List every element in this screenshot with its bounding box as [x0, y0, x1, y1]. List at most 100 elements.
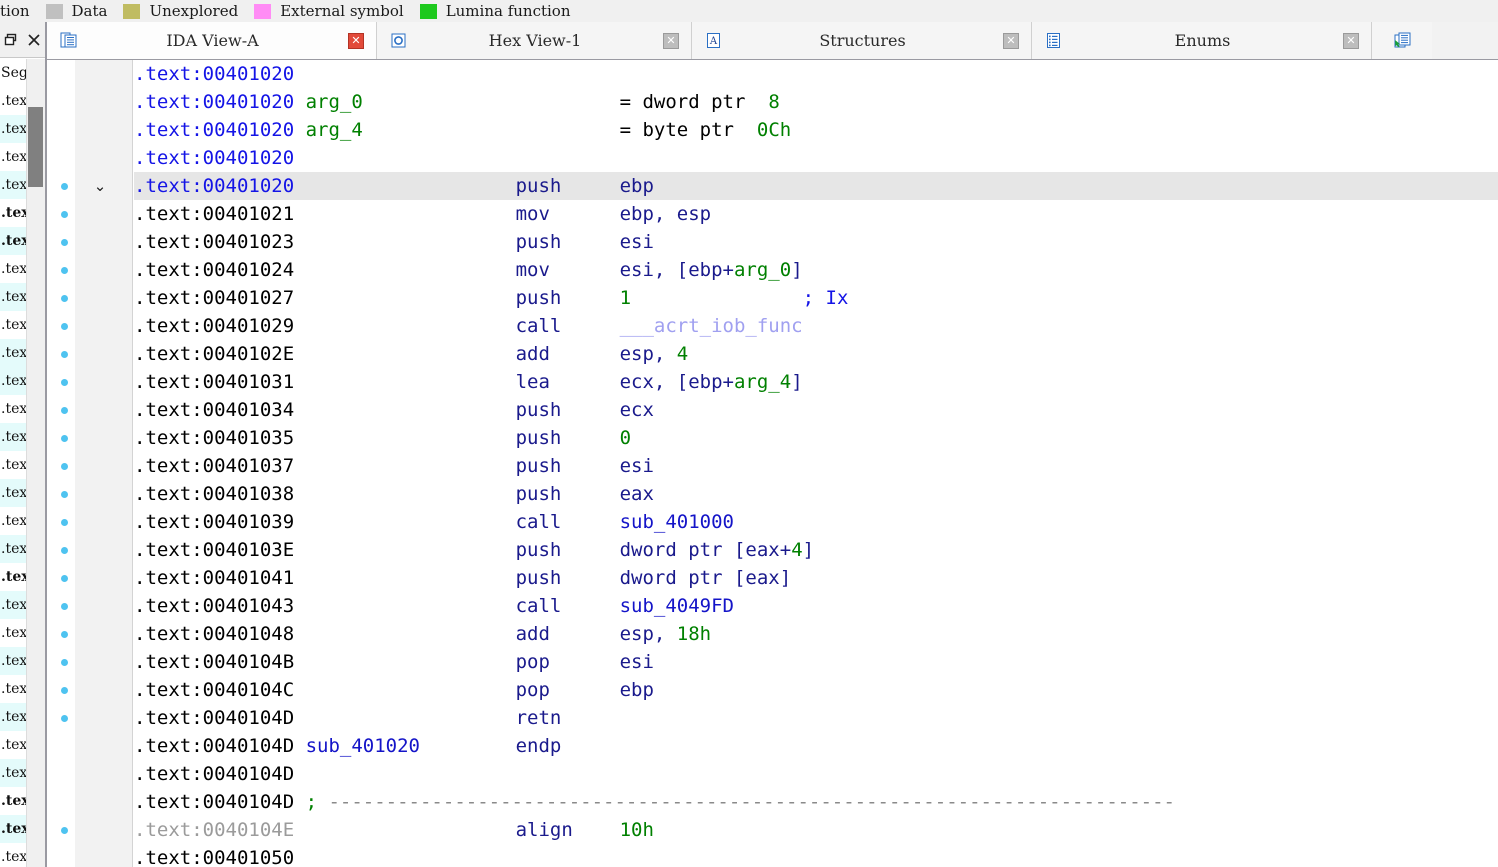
disassembly-line[interactable]: .text:00401020 arg_4 = byte ptr 0Ch: [134, 116, 1498, 144]
tab-close-icon[interactable]: ✕: [348, 32, 364, 49]
instruction-marker-dot[interactable]: [61, 239, 68, 246]
instruction-marker-dot[interactable]: [61, 267, 68, 274]
line-operand: 0: [619, 427, 632, 449]
tab-structures[interactable]: A Structures ✕: [692, 22, 1032, 59]
line-operand: ebp: [619, 679, 654, 701]
instruction-marker-dot[interactable]: [61, 183, 68, 190]
disassembly-line[interactable]: .text:00401029 call ___acrt_iob_func: [134, 312, 1498, 340]
collapse-function-arrow[interactable]: ⌄: [93, 172, 107, 200]
view-tab-bar: IDA View-A ✕ Hex View-1 ✕ A Structures ✕ Enums ✕: [47, 22, 1498, 60]
disassembly-line[interactable]: .text:00401020: [134, 60, 1498, 88]
disassembly-line[interactable]: .text:0040104B pop esi: [134, 648, 1498, 676]
line-mnemonic: add: [515, 343, 550, 365]
instruction-marker-dot[interactable]: [61, 547, 68, 554]
tab-label: Enums: [1174, 31, 1231, 50]
close-icon[interactable]: [26, 32, 42, 48]
disassembly-line[interactable]: .text:0040104D sub_401020 endp: [134, 732, 1498, 760]
tab-close-icon[interactable]: ✕: [663, 32, 679, 49]
line-mnemonic: push: [515, 427, 562, 449]
instruction-marker-dot[interactable]: [61, 715, 68, 722]
line-address: .text:00401020: [134, 119, 306, 141]
line-address: .text:0040102E: [134, 343, 306, 365]
disassembly-line[interactable]: .text:00401037 push esi: [134, 452, 1498, 480]
disassembly-view[interactable]: ⌄ .text:00401020 .text:00401020 arg_0 = d…: [47, 60, 1498, 867]
left-dock-panel: Seg .tex .tex .tex .tex .tex .tex .tex .tex .tex.…: [0, 22, 46, 867]
disassembly-line[interactable]: .text:00401048 add esp, 18h: [134, 620, 1498, 648]
instruction-marker-dot[interactable]: [61, 435, 68, 442]
disassembly-line[interactable]: .text:00401039 call sub_401000: [134, 508, 1498, 536]
line-mnemonic: pop: [515, 679, 550, 701]
legend-item-external-symbol: External symbol: [254, 1, 404, 20]
disassembly-line[interactable]: .text:0040104C pop ebp: [134, 676, 1498, 704]
tab-ida-view-a[interactable]: IDA View-A ✕: [47, 22, 377, 59]
disassembly-line[interactable]: .text:0040104E align 10h: [134, 816, 1498, 844]
line-operand: arg_0: [733, 259, 792, 281]
instruction-marker-dot[interactable]: [61, 323, 68, 330]
instruction-marker-dot[interactable]: [61, 351, 68, 358]
line-address: .text:00401020: [134, 91, 306, 113]
tab-hex-view-1[interactable]: Hex View-1 ✕: [377, 22, 692, 59]
instruction-marker-dot[interactable]: [61, 519, 68, 526]
disassembly-line[interactable]: .text:0040103E push dword ptr [eax+4]: [134, 536, 1498, 564]
line-mnemonic: endp: [515, 735, 562, 757]
disassembly-line[interactable]: .text:00401043 call sub_4049FD: [134, 592, 1498, 620]
disassembly-line[interactable]: .text:0040104D retn: [134, 704, 1498, 732]
legend-swatch: [123, 3, 141, 19]
line-operand: 4: [791, 539, 803, 561]
instruction-marker-dot[interactable]: [61, 575, 68, 582]
line-operand: 8: [768, 91, 780, 113]
tab-close-icon[interactable]: ✕: [1003, 32, 1019, 49]
disassembly-line[interactable]: .text:00401021 mov ebp, esp: [134, 200, 1498, 228]
disassembly-line[interactable]: .text:00401020 arg_0 = dword ptr 8: [134, 88, 1498, 116]
enums-list-icon: [1044, 32, 1062, 50]
line-operand: sub_401000: [619, 511, 734, 533]
line-mnemonic: lea: [515, 371, 550, 393]
instruction-marker-dot[interactable]: [61, 463, 68, 470]
disassembly-line[interactable]: .text:00401038 push eax: [134, 480, 1498, 508]
line-operand: ___acrt_iob_func: [619, 315, 803, 337]
legend-label: External symbol: [280, 1, 404, 20]
line-operand: esp,: [619, 623, 677, 645]
left-list-scrollbar-thumb[interactable]: [28, 107, 43, 187]
line-operand: dword ptr [eax]: [619, 567, 792, 589]
disassembly-line[interactable]: .text:00401035 push 0: [134, 424, 1498, 452]
instruction-marker-dot[interactable]: [61, 631, 68, 638]
instruction-marker-dot[interactable]: [61, 211, 68, 218]
disassembly-line[interactable]: .text:00401027 push 1 ; Ix: [134, 284, 1498, 312]
restore-window-icon[interactable]: [3, 32, 19, 48]
instruction-marker-dot[interactable]: [61, 295, 68, 302]
line-operand: ecx, [ebp+: [619, 371, 734, 393]
tab-enums[interactable]: Enums ✕: [1032, 22, 1372, 59]
line-operand: ; Ix: [802, 287, 849, 309]
line-operand: arg_4: [733, 371, 792, 393]
legend-label: Unexplored: [149, 1, 239, 20]
instruction-marker-dot[interactable]: [61, 407, 68, 414]
disassembly-line[interactable]: .text:00401031 lea ecx, [ebp+arg_4]: [134, 368, 1498, 396]
disassembly-line[interactable]: .text:00401050: [134, 844, 1498, 867]
disassembly-lines[interactable]: .text:00401020 .text:00401020 arg_0 = dwo…: [134, 60, 1498, 867]
line-operand: esi: [619, 455, 654, 477]
line-address: .text:00401037: [134, 455, 306, 477]
breakpoint-gutter[interactable]: [47, 60, 75, 867]
tab-overflow-button[interactable]: [1372, 22, 1432, 59]
disassembly-line[interactable]: .text:00401041 push dword ptr [eax]: [134, 564, 1498, 592]
disassembly-line[interactable]: .text:0040102E add esp, 4: [134, 340, 1498, 368]
instruction-marker-dot[interactable]: [61, 603, 68, 610]
line-separator: ----------------------------------------…: [328, 791, 1175, 813]
disassembly-line[interactable]: .text:00401020: [134, 144, 1498, 172]
instruction-marker-dot[interactable]: [61, 827, 68, 834]
disassembly-line[interactable]: .text:00401024 mov esi, [ebp+arg_0]: [134, 256, 1498, 284]
instruction-marker-dot[interactable]: [61, 491, 68, 498]
tab-close-icon[interactable]: ✕: [1343, 32, 1359, 49]
instruction-marker-dot[interactable]: [61, 379, 68, 386]
fold-arrow-gutter[interactable]: ⌄: [75, 60, 133, 867]
color-legend-bar: tion Data Unexplored External symbol Lumina…: [0, 0, 1498, 22]
disassembly-line[interactable]: .text:00401034 push ecx: [134, 396, 1498, 424]
line-address: .text:0040104D: [134, 763, 306, 785]
instruction-marker-dot[interactable]: [61, 659, 68, 666]
disassembly-line[interactable]: .text:00401023 push esi: [134, 228, 1498, 256]
disassembly-line[interactable]: .text:0040104D ; -----------------------…: [134, 788, 1498, 816]
instruction-marker-dot[interactable]: [61, 687, 68, 694]
disassembly-line[interactable]: .text:0040104D: [134, 760, 1498, 788]
disassembly-line[interactable]: .text:00401020 push ebp: [134, 172, 1498, 200]
